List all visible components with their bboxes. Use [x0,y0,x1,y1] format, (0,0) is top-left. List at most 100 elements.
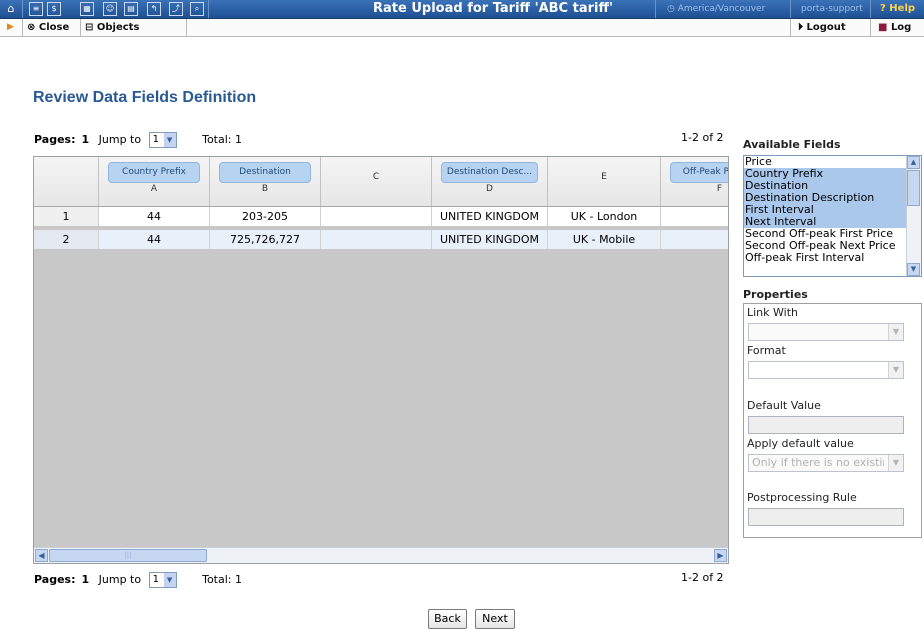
grid-column-a[interactable]: Country Prefix A [99,157,210,206]
table-row[interactable]: 2 44 725,726,727 UNITED KINGDOM UK - Mob… [34,230,728,250]
table-cell: UK - Mobile [548,230,661,249]
row-number: 1 [34,207,99,226]
grid-column-f[interactable]: Off-Peak Pe F [661,157,728,206]
scroll-up-icon[interactable]: ▲ [907,156,920,169]
pager-bottom: Pages: 1 Jump to 1 ▼ Total: 1 [34,570,242,590]
toolbar-divider [790,0,791,18]
current-page[interactable]: 1 [81,573,89,586]
field-pill[interactable]: Destination Desc... [441,162,538,183]
grid-column-e[interactable]: E [548,157,661,206]
horizontal-scrollbar[interactable]: ◀ ||| ▶ [34,547,728,563]
table-cell [321,207,432,226]
user-link[interactable]: porta-support [801,0,863,18]
pages-label: Pages: [34,573,76,586]
postprocessing-input[interactable] [748,508,904,526]
timezone-label: America/Vancouver [677,4,766,14]
log-button[interactable]: ■ Log [878,19,911,36]
toolbar-divider [655,0,656,18]
postprocessing-label: Postprocessing Rule [747,491,857,504]
chevron-down-icon: ▼ [888,362,903,378]
action-divider [186,19,187,36]
field-pill[interactable]: Off-Peak Pe [670,162,728,183]
link-with-select[interactable]: ▼ [748,323,904,341]
back-button[interactable]: Back [428,609,467,629]
table-row[interactable]: 1 44 203-205 UNITED KINGDOM UK - London [34,207,728,227]
apply-default-value: Only if there is no existin [752,456,884,469]
scrollbar-thumb[interactable] [907,170,920,206]
pages-label: Pages: [34,133,76,146]
table-icon[interactable]: ▤ [124,2,138,16]
action-divider [22,19,23,36]
toolbar-divider [208,0,209,18]
table-cell [661,230,728,249]
jump-value: 1 [152,574,159,585]
jump-label: Jump to [98,573,142,586]
total-label: Total: 1 [202,133,242,146]
properties-title: Properties [743,288,808,301]
chart-icon[interactable]: ⤴ [169,2,183,16]
format-select[interactable]: ▼ [748,361,904,379]
current-page[interactable]: 1 [81,133,89,146]
money-icon[interactable]: $ [47,2,61,16]
column-letter: E [601,172,607,182]
format-label: Format [747,344,786,357]
pager-top: Pages: 1 Jump to 1 ▼ Total: 1 [34,130,242,150]
default-value-input[interactable] [748,416,904,434]
scroll-left-icon[interactable]: ◀ [35,549,48,562]
grid-column-b[interactable]: Destination B [210,157,321,206]
help-link[interactable]: ? Help [880,0,915,18]
scroll-right-icon[interactable]: ▶ [714,549,727,562]
action-divider [870,19,871,36]
next-button[interactable]: Next [475,609,515,629]
objects-icon: ⊟ [85,22,97,33]
log-icon: ■ [878,22,891,33]
list-icon[interactable]: ≡ [29,2,43,16]
timezone-link[interactable]: ◷ America/Vancouver [667,0,765,18]
logout-label: Logout [806,22,846,33]
available-fields-list[interactable]: Price Country Prefix Destination Destina… [743,155,922,277]
vertical-scrollbar[interactable]: ▲ ▼ [906,156,921,276]
apply-default-label: Apply default value [747,437,854,450]
field-pill[interactable]: Destination [219,162,311,183]
customer-icon[interactable]: ☺ [103,2,117,16]
list-item[interactable]: Off-peak First Interval [744,252,921,264]
help-label: Help [889,3,916,14]
close-icon: ⊗ [27,22,39,33]
table-cell: UK - London [548,207,661,226]
expand-arrow-icon[interactable]: ▶ [7,19,14,36]
close-label: Close [38,22,70,33]
scrollbar-thumb[interactable]: ||| [49,549,207,562]
action-divider [80,19,81,36]
close-button[interactable]: ⊗ Close [27,19,69,36]
table-cell: 44 [99,230,210,249]
row-number-header [34,157,99,206]
table-cell: 725,726,727 [210,230,321,249]
scroll-down-icon[interactable]: ▼ [907,263,920,276]
jump-select[interactable]: 1 ▼ [148,572,177,588]
jump-label: Jump to [98,133,142,146]
search-icon[interactable]: ⌕ [190,2,204,16]
grid-column-d[interactable]: Destination Desc... D [432,157,548,206]
jump-select[interactable]: 1 ▼ [148,132,177,148]
action-bar: ▶ ⊗ Close ⊟ Objects ⏵ Logout ■ Log [0,19,924,37]
page-title: Review Data Fields Definition [33,89,257,106]
route-icon[interactable]: ↰ [147,2,161,16]
clock-icon: ◷ [667,4,678,14]
objects-button[interactable]: ⊟ Objects [85,19,139,36]
toolbar-divider [22,0,23,18]
default-value-label: Default Value [747,399,821,412]
logout-button[interactable]: ⏵ Logout [798,19,846,36]
log-label: Log [890,22,912,33]
home-icon[interactable]: ⌂ [4,2,18,16]
table-cell: 203-205 [210,207,321,226]
link-with-label: Link With [747,306,798,319]
row-number: 2 [34,230,99,249]
window-title: Rate Upload for Tariff 'ABC tariff' [373,1,613,16]
field-pill[interactable]: Country Prefix [108,162,200,183]
apply-default-select[interactable]: Only if there is no existin ▼ [748,454,904,472]
column-letter: D [486,184,493,194]
grid-column-c[interactable]: C [321,157,432,206]
action-divider [790,19,791,36]
grid-icon[interactable]: ▦ [80,2,94,16]
column-letter: F [716,184,722,194]
